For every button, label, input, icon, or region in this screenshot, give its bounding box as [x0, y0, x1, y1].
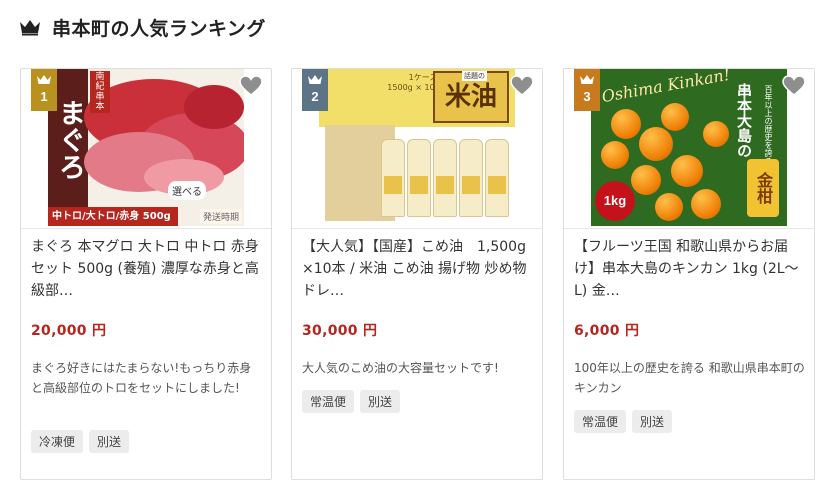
ranking-card-3[interactable]: Oshima Kinkan! 串本大島の 百年以上の歴史を誇る 金柑 1kg 3… [563, 68, 815, 480]
rank-number: 1 [40, 89, 48, 104]
kinkan-side-text: 百年以上の歴史を誇る [764, 85, 773, 165]
kinkan-vertical-text: 串本大島の [735, 83, 753, 158]
product-description: 大人気のこめ油の大容量セットです! [302, 361, 499, 375]
rank-badge: 1 [31, 69, 57, 111]
tag: 常温便 [574, 410, 627, 433]
product-image-rice-oil[interactable]: 1ケース 1500g × 10本入り 米油 話題の [319, 69, 515, 226]
oil-bottle [381, 139, 405, 217]
tuna-vertical-text: まぐろ [54, 99, 85, 180]
crown-icon [308, 75, 322, 84]
oil-bottle [407, 139, 431, 217]
crown-icon [37, 75, 51, 84]
tag: 別送 [360, 390, 401, 413]
product-image-tuna[interactable]: まぐろ 南紀串本 中トロ/大トロ/赤身 500g 選べる 発送時期 [48, 69, 244, 226]
product-image-area[interactable]: 1ケース 1500g × 10本入り 米油 話題の [292, 69, 542, 228]
tag: 常温便 [302, 390, 355, 413]
product-description: 100年以上の歴史を誇る 和歌山県串本町のキンカン [574, 361, 805, 395]
crown-icon [20, 20, 40, 36]
tuna-ship-label: 発送時期 [199, 209, 242, 224]
heart-icon[interactable] [510, 75, 534, 97]
kinkan-weight-badge: 1kg [595, 181, 635, 221]
tuna-corner-label: 南紀串本 [90, 71, 110, 113]
product-price: 20,000 円 [31, 323, 107, 339]
tuna-choose-label: 選べる [168, 181, 206, 200]
tag-list: 冷凍便 別送 [31, 430, 130, 453]
crown-icon [580, 75, 594, 84]
product-image-area[interactable]: Oshima Kinkan! 串本大島の 百年以上の歴史を誇る 金柑 1kg [564, 69, 814, 228]
heart-icon[interactable] [782, 75, 806, 97]
ranking-header: 串本町の人気ランキング [18, 12, 266, 42]
product-image-area[interactable]: まぐろ 南紀串本 中トロ/大トロ/赤身 500g 選べる 発送時期 [21, 69, 271, 228]
tuna-bottom-bar: 中トロ/大トロ/赤身 500g [48, 207, 178, 226]
oil-bottle [433, 139, 457, 217]
rank-number: 2 [311, 89, 319, 104]
tag: 別送 [632, 410, 673, 433]
product-title[interactable]: 【大人気】【国産】こめ油 1,500g ×10本 / 米油 こめ油 揚げ物 炒め… [302, 236, 534, 302]
divider [292, 228, 542, 229]
oil-sub-label: 話題の [462, 71, 487, 81]
product-price: 6,000 円 [574, 323, 640, 339]
tag: 冷凍便 [31, 430, 84, 453]
product-price: 30,000 円 [302, 323, 378, 339]
tag-list: 常温便 別送 [302, 390, 401, 413]
divider [21, 228, 271, 229]
product-title[interactable]: まぐろ 本マグロ 大トロ 中トロ 赤身セット 500g (養殖) 濃厚な赤身と高… [31, 236, 263, 302]
heart-icon[interactable] [239, 75, 263, 97]
rank-number: 3 [583, 89, 591, 104]
kinkan-gold-label: 金柑 [747, 159, 779, 217]
rank-badge: 2 [302, 69, 328, 111]
oil-bottle [485, 139, 509, 217]
tag: 別送 [89, 430, 130, 453]
page-title: 串本町の人気ランキング [52, 17, 266, 40]
ranking-card-2[interactable]: 1ケース 1500g × 10本入り 米油 話題の 2 【大人気】【国産】こめ油… [291, 68, 543, 480]
tag-list: 常温便 別送 [574, 410, 673, 433]
rank-badge: 3 [574, 69, 600, 111]
product-image-kinkan[interactable]: Oshima Kinkan! 串本大島の 百年以上の歴史を誇る 金柑 1kg [591, 69, 787, 226]
product-title[interactable]: 【フルーツ王国 和歌山県からお届け】串本大島のキンカン 1kg (2L～L) 金… [574, 236, 806, 302]
divider [564, 228, 814, 229]
ranking-card-1[interactable]: まぐろ 南紀串本 中トロ/大トロ/赤身 500g 選べる 発送時期 1 まぐろ … [20, 68, 272, 480]
product-description: まぐろ好きにはたまらない!もっちり赤身と高級部位のトロをセットにしました! [31, 361, 252, 395]
oil-bottle [459, 139, 483, 217]
